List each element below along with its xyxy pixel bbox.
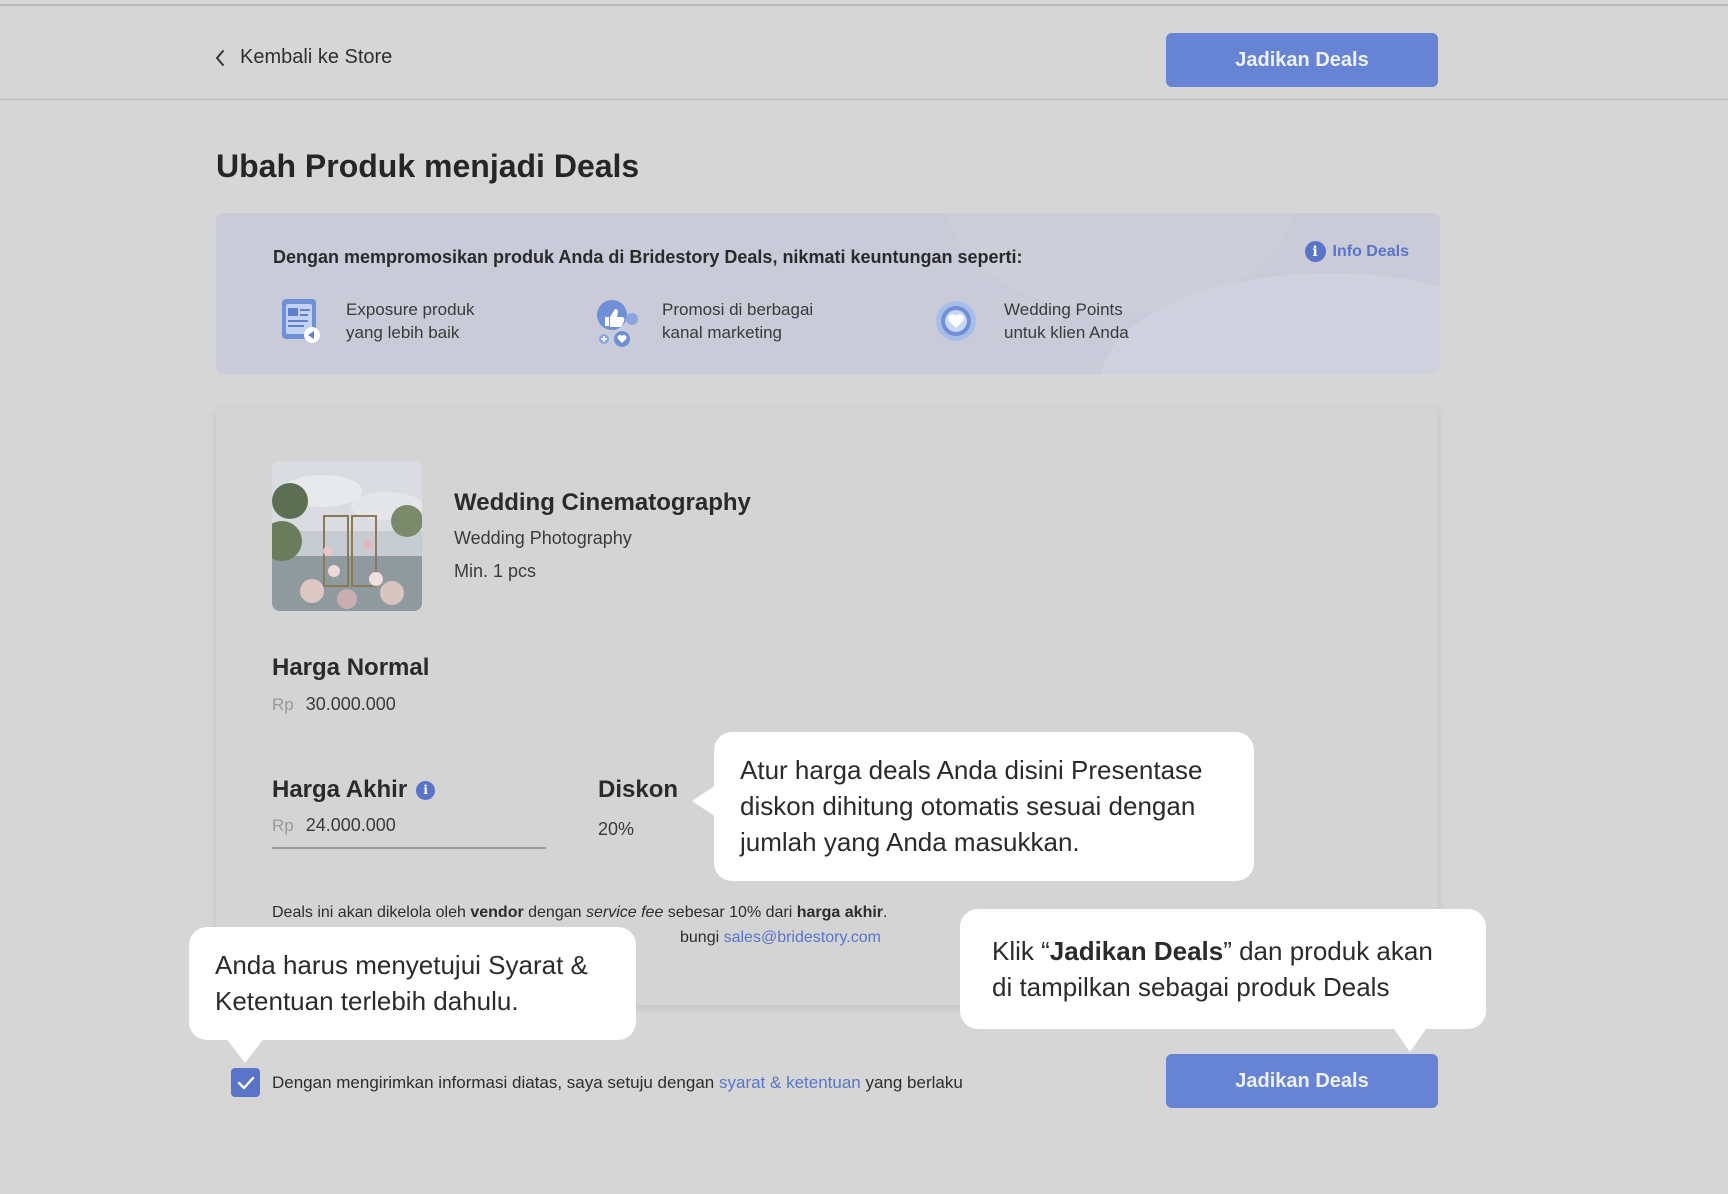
exposure-icon [282, 299, 320, 343]
jadikan-deals-bottom-button[interactable]: Jadikan Deals [1166, 1054, 1438, 1108]
note-italic: service fee [585, 904, 664, 921]
price-tooltip: Atur harga deals Anda disini Presentase … [692, 732, 1254, 881]
info-deals-link[interactable]: i Info Deals [1304, 241, 1409, 262]
product-name: Wedding Cinematography [454, 489, 751, 516]
price-tooltip-text: Atur harga deals Anda disini Presentase … [740, 755, 1203, 857]
agreement-row: Dengan mengirimkan informasi diatas, say… [231, 1068, 963, 1097]
marketing-icon [597, 300, 638, 347]
page-title: Ubah Produk menjadi Deals [216, 148, 640, 184]
tooltip-pointer [1392, 1026, 1428, 1052]
benefit-marketing: Promosi di berbagai kanal marketing [592, 295, 813, 347]
heart-points-icon [936, 301, 976, 341]
terms-link[interactable]: syarat & ketentuan [719, 1073, 861, 1092]
currency-prefix: Rp [272, 695, 294, 714]
benefit-line: Wedding Points [1004, 300, 1123, 319]
final-price-underline [272, 847, 546, 849]
info-icon: i [1304, 241, 1326, 262]
final-price-input[interactable]: Rp 24.000.000 [272, 815, 396, 836]
back-label: Kembali ke Store [240, 46, 393, 68]
terms-tooltip-text: Anda harus menyetujui Syarat & Ketentuan… [215, 950, 588, 1016]
product-min-order: Min. 1 pcs [454, 561, 537, 581]
note-text: dengan [523, 904, 586, 921]
product-category: Wedding Photography [454, 528, 632, 548]
currency-prefix: Rp [272, 816, 294, 835]
product-image [272, 461, 422, 611]
cta-tooltip-text: Klik “ [992, 936, 1050, 966]
final-price-value[interactable]: 24.000.000 [306, 815, 396, 836]
check-icon [237, 1076, 254, 1089]
note-bold: harga akhir [796, 904, 884, 921]
benefit-line: yang lebih baik [346, 323, 460, 342]
benefit-line: kanal marketing [662, 323, 783, 342]
back-to-store-link[interactable]: Kembali ke Store [214, 46, 392, 69]
banner-headline: Dengan mempromosikan produk Anda di Brid… [273, 247, 1023, 267]
page-header: Kembali ke Store Jadikan Deals [0, 6, 1728, 100]
agreement-checkbox[interactable] [231, 1068, 260, 1097]
discount-label: Diskon [598, 776, 679, 803]
discount-value: 20% [598, 819, 635, 839]
benefit-line: Promosi di berbagai [662, 300, 814, 319]
normal-price-label: Harga Normal [272, 654, 430, 681]
service-fee-note: Deals ini akan dikelola oleh vendor deng… [272, 904, 887, 922]
benefit-wedding-points: Wedding Points untuk klien Anda [934, 295, 1129, 347]
note-text: . [883, 904, 888, 921]
chevron-left-icon [216, 49, 224, 66]
benefit-line: untuk klien Anda [1004, 323, 1129, 342]
cta-tooltip-bold: Jadikan Deals [1049, 936, 1224, 966]
agreement-text: Dengan mengirimkan informasi diatas, say… [272, 1072, 719, 1092]
cta-tooltip: Klik “Jadikan Deals” dan produk akan di … [960, 909, 1486, 1052]
benefits-banner: Dengan mempromosikan produk Anda di Brid… [216, 213, 1440, 374]
normal-price-value: 30.000.000 [305, 694, 396, 714]
info-icon[interactable]: i [416, 780, 436, 800]
tooltip-pointer [692, 785, 716, 817]
benefit-line: Exposure produk [346, 300, 475, 319]
info-deals-label: Info Deals [1332, 242, 1409, 260]
sales-email-link[interactable]: sales@bridestory.com [724, 929, 881, 946]
benefit-exposure: Exposure produk yang lebih baik [276, 295, 475, 347]
jadikan-deals-top-button[interactable]: Jadikan Deals [1166, 33, 1438, 87]
note-text: Deals ini akan dikelola oleh [272, 904, 471, 921]
tooltip-pointer [225, 1037, 265, 1063]
final-price-label-row: Harga Akhir i [272, 776, 436, 804]
note-text: bungi [680, 929, 724, 946]
wedding-arch-photo [272, 461, 422, 611]
agreement-text: yang berlaku [860, 1072, 963, 1092]
final-price-label: Harga Akhir [272, 776, 408, 803]
terms-tooltip: Anda harus menyetujui Syarat & Ketentuan… [189, 927, 636, 1063]
note-text: sebesar 10% dari [663, 904, 797, 921]
normal-price: Rp 30.000.000 [272, 694, 396, 715]
note-bold: vendor [470, 904, 524, 921]
